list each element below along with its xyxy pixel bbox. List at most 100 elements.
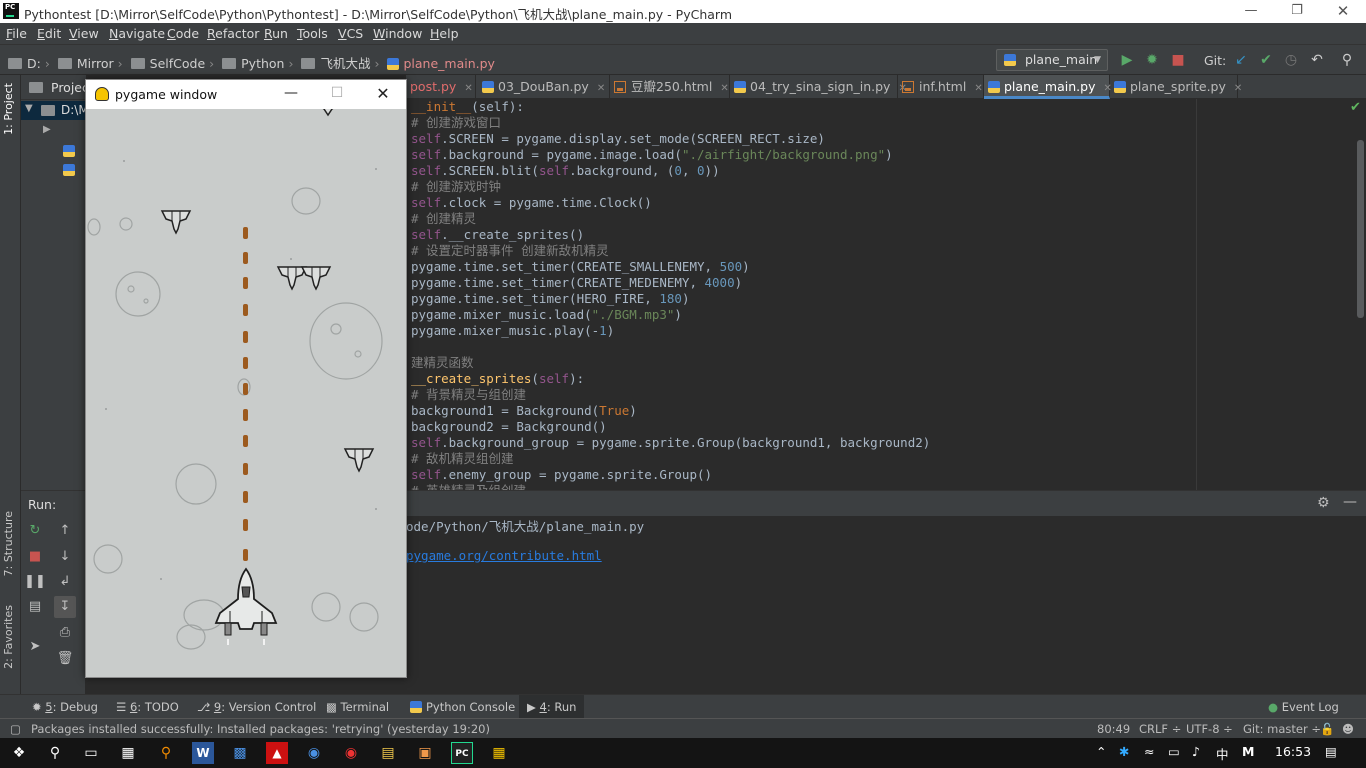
pygame-maximize-button[interactable]: ☐ — [314, 80, 360, 109]
breadcrumb-item[interactable]: Python — [222, 56, 284, 71]
calculator-icon[interactable]: ▦ — [117, 742, 139, 764]
code-editor[interactable]: __init__(self): # 创建游戏窗口 self.SCREEN = pyg… — [406, 99, 1196, 490]
pdf-icon[interactable]: ▲ — [266, 742, 288, 764]
inspection-ok-icon[interactable]: ✔ — [1350, 100, 1361, 115]
menu-tools[interactable]: Tools — [297, 26, 328, 41]
stop-icon[interactable]: ■ — [1169, 51, 1187, 69]
browser-icon[interactable]: ◉ — [303, 742, 325, 764]
menu-navigate[interactable]: Navigate — [109, 26, 165, 41]
code-line[interactable]: pygame.time.set_timer(HERO_FIRE, 180) — [411, 291, 689, 307]
battery-icon[interactable]: ▭ — [1168, 744, 1180, 759]
code-line[interactable]: pygame.time.set_timer(CREATE_MEDENEMY, 4… — [411, 275, 742, 291]
project-tool-tab[interactable]: 1: Project — [2, 83, 15, 135]
menu-refactor[interactable]: Refactor — [207, 26, 259, 41]
code-line[interactable]: 建精灵函数 — [411, 355, 474, 371]
menu-file[interactable]: File — [6, 26, 27, 41]
tab-inf-html[interactable]: inf.html ✕ — [898, 75, 984, 99]
code-line[interactable]: self.SCREEN = pygame.display.set_mode(SC… — [411, 131, 825, 147]
file-encoding[interactable]: UTF-8 ÷ — [1186, 722, 1233, 736]
tab-sina-sign-in[interactable]: 04_try_sina_sign_in.py ✕ — [730, 75, 907, 99]
console-link[interactable]: pygame.org/contribute.html — [406, 548, 602, 563]
breadcrumb-item[interactable]: 飞机大战 — [301, 56, 370, 71]
word-icon[interactable]: W — [192, 742, 214, 764]
pygame-close-button[interactable]: ✕ — [360, 80, 406, 109]
run-configuration-select[interactable]: plane_main ▼ — [996, 49, 1108, 71]
breadcrumb-item[interactable]: SelfCode — [130, 56, 205, 71]
close-icon[interactable]: ✕ — [1234, 83, 1242, 94]
code-line[interactable]: # 创建游戏时钟 — [411, 179, 501, 195]
history-icon[interactable]: ◷ — [1282, 51, 1300, 69]
search-icon[interactable]: ⚲ — [1338, 51, 1356, 69]
code-line[interactable]: pygame.mixer_music.load("./BGM.mp3") — [411, 307, 682, 323]
pygame-window[interactable]: pygame window — ☐ ✕ — [85, 79, 407, 678]
rerun-icon[interactable]: ↻ — [24, 520, 46, 542]
run-icon[interactable]: ▶ — [1118, 51, 1136, 69]
tab-plane-main[interactable]: plane_main.py ✕ — [984, 75, 1112, 99]
menu-vcs[interactable]: VCS — [338, 26, 363, 41]
tool-tab-debug[interactable]: ✹ 5: Debug — [32, 700, 98, 714]
code-line[interactable]: self.enemy_group = pygame.sprite.Group() — [411, 467, 712, 483]
app-icon[interactable]: ▩ — [229, 742, 251, 764]
inspector-icon[interactable]: ☻ — [1342, 722, 1354, 736]
network-icon[interactable]: ≈ — [1144, 744, 1154, 759]
code-line[interactable]: __init__(self): — [411, 99, 524, 115]
tray-app-icon[interactable]: ✱ — [1119, 744, 1129, 759]
scroll-up-icon[interactable]: ↑ — [54, 520, 76, 542]
editor-scrollbar[interactable] — [1357, 140, 1364, 318]
menu-window[interactable]: Window — [373, 26, 422, 41]
tab-douban-html[interactable]: 豆瓣250.html ✕ — [610, 75, 730, 99]
breadcrumb-item[interactable]: Mirror — [57, 56, 114, 71]
event-log-button[interactable]: ● Event Log — [1268, 700, 1339, 714]
code-line[interactable]: pygame.mixer_music.play(-1) — [411, 323, 614, 339]
close-button[interactable]: ✕ — [1320, 0, 1366, 23]
app-icon[interactable]: ▣ — [414, 742, 436, 764]
chrome-icon[interactable]: ◉ — [340, 742, 362, 764]
menu-help[interactable]: Help — [430, 26, 459, 41]
scroll-down-icon[interactable]: ↓ — [54, 546, 76, 568]
input-method-indicator[interactable]: 中 — [1216, 744, 1229, 763]
tab-post[interactable]: post.py ✕ — [406, 75, 476, 99]
trash-icon[interactable]: 🗑 — [54, 648, 76, 670]
code-line[interactable]: self.background = pygame.image.load("./a… — [411, 147, 893, 163]
search-icon[interactable]: ⚲ — [44, 742, 66, 764]
close-icon[interactable]: ✕ — [974, 83, 982, 94]
tab-douban[interactable]: 03_DouBan.py ✕ — [478, 75, 610, 99]
tab-plane-sprite[interactable]: plane_sprite.py ✕ — [1110, 75, 1242, 99]
tree-expand-icon[interactable]: ▶ — [43, 124, 51, 135]
tool-tab-version-control[interactable]: ⎇ 9: Version Control — [197, 700, 316, 714]
code-line[interactable]: self.background_group = pygame.sprite.Gr… — [411, 435, 930, 451]
menu-view[interactable]: View — [69, 26, 99, 41]
code-line[interactable]: # 设置定时器事件 创建新敌机精灵 — [411, 243, 609, 259]
tool-tab-todo[interactable]: ☰ 6: TODO — [116, 700, 179, 714]
code-line[interactable]: pygame.time.set_timer(CREATE_SMALLENEMY,… — [411, 259, 750, 275]
code-line[interactable]: # 英雄精灵及组创建 — [411, 483, 526, 490]
menu-edit[interactable]: Edit — [37, 26, 61, 41]
panel-toggle-icon[interactable]: ▢ — [10, 722, 21, 736]
debug-icon[interactable]: ✹ — [1143, 51, 1161, 69]
git-update-icon[interactable]: ↙ — [1232, 51, 1250, 69]
minimize-button[interactable]: — — [1228, 0, 1274, 23]
code-line[interactable]: background2 = Background() — [411, 419, 607, 435]
run-console[interactable]: ode/Python/飞机大战/plane_main.py pygame.org… — [406, 516, 1366, 694]
caret-position[interactable]: 80:49 — [1097, 722, 1130, 736]
status-message[interactable]: Packages installed successfully: Install… — [31, 722, 490, 736]
volume-icon[interactable]: ♪ — [1192, 744, 1200, 759]
code-line[interactable]: self.SCREEN.blit(self.background, (0, 0)… — [411, 163, 720, 179]
favorites-tool-tab[interactable]: 2: Favorites — [2, 605, 15, 669]
close-icon[interactable]: ✕ — [464, 83, 472, 94]
code-line[interactable]: self.__create_sprites() — [411, 227, 584, 243]
lock-icon[interactable]: 🔓 — [1320, 722, 1334, 736]
soft-wrap-icon[interactable]: ↲ — [54, 571, 76, 593]
tool-tab-run[interactable]: ▶ 4: Run — [519, 695, 585, 719]
file-explorer-icon[interactable]: ▤ — [377, 742, 399, 764]
input-method-mode[interactable]: M — [1242, 744, 1254, 759]
menu-run[interactable]: Run — [264, 26, 288, 41]
restore-button[interactable]: ❐ — [1274, 0, 1320, 23]
structure-tool-tab[interactable]: 7: Structure — [2, 511, 15, 576]
breadcrumb-item[interactable]: plane_main.py — [387, 56, 495, 71]
revert-icon[interactable]: ↶ — [1308, 51, 1326, 69]
task-view-icon[interactable]: ▭ — [80, 742, 102, 764]
breadcrumb-item[interactable]: D: — [8, 56, 41, 71]
close-icon[interactable]: ✕ — [720, 83, 728, 94]
pycharm-taskbar-icon[interactable]: PC — [451, 742, 473, 764]
